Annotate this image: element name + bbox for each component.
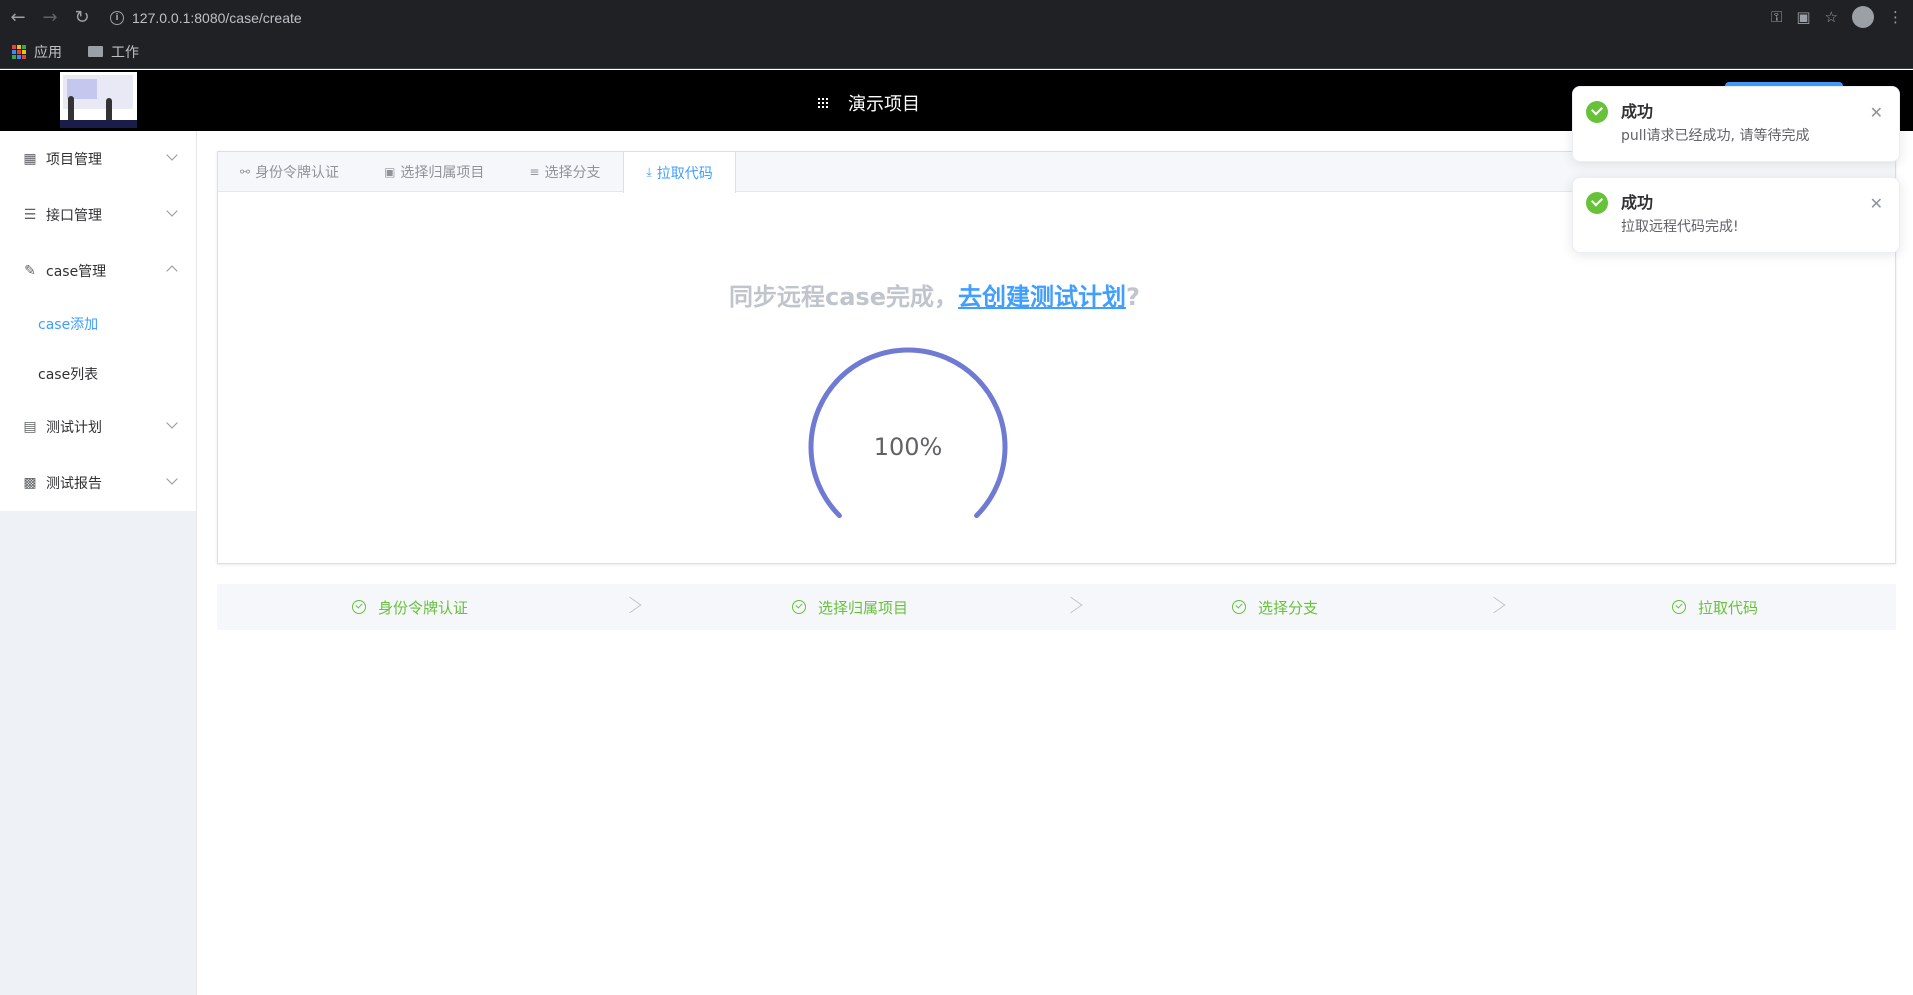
sync-prefix: 同步远程case完成， [729,283,958,311]
forward-arrow-icon[interactable]: → [38,6,62,30]
bookmark-label: 应用 [34,44,62,61]
notification-toast: 成功 pull请求已经成功, 请等待完成 ✕ [1572,86,1900,162]
profile-icon[interactable] [1852,6,1874,28]
step-label: 身份令牌认证 [378,598,469,617]
chevron-down-icon [166,473,178,485]
notification-title: 成功 [1621,193,1654,212]
chevron-right-icon [618,596,642,614]
download-icon: ⤓ [646,165,652,179]
step-label: 选择分支 [1258,598,1319,617]
step-pull-code: 拉取代码 [1672,584,1758,630]
sidebar-item-test-plan[interactable]: ▤ 测试计划 [0,399,196,455]
sidebar-item-label: 项目管理 [46,152,102,168]
progress-dashboard: 100% [808,347,1008,547]
sidebar-menu: ▦ 项目管理 ☰ 接口管理 ✎ case管理 case添加 case列表 ▤ 测… [0,131,196,511]
folder-icon [88,46,103,57]
check-circle-icon [352,600,366,614]
more-menu-icon[interactable]: ⋮ [1888,8,1903,26]
success-icon [1586,101,1608,123]
browser-toolbar: ← → ↻ i 127.0.0.1:8080/case/create ⚿ ▣ ☆… [0,0,1913,35]
bookmarks-bar: 应用 工作 [0,35,1913,69]
sidebar-item-label: 接口管理 [46,208,102,224]
back-arrow-icon[interactable]: ← [6,6,30,30]
sidebar-item-test-report[interactable]: ▩ 测试报告 [0,455,196,511]
key-icon[interactable]: ⚿ [1771,8,1782,26]
sidebar: ▦ 项目管理 ☰ 接口管理 ✎ case管理 case添加 case列表 ▤ 测… [0,131,197,995]
bar-chart-icon: ▩ [23,475,37,491]
apps-grid-icon [12,44,26,59]
progress-label: 100% [873,433,943,461]
notification-title: 成功 [1621,102,1654,121]
tab-label: 身份令牌认证 [255,165,340,181]
address-bar[interactable]: 127.0.0.1:8080/case/create [132,10,302,26]
sync-complete-message: 同步远程case完成，去创建测试计划? [729,277,1140,312]
chevron-down-icon [166,205,178,217]
reload-icon[interactable]: ↻ [70,6,94,30]
notification-toast: 成功 拉取远程代码完成! ✕ [1572,177,1900,253]
sidebar-item-label: 测试计划 [46,420,102,436]
close-icon[interactable]: ✕ [1870,194,1883,213]
close-icon[interactable]: ✕ [1870,103,1883,122]
step-label: 选择归属项目 [818,598,909,617]
step-label: 拉取代码 [1698,598,1759,617]
bookmark-apps[interactable]: 应用 [12,42,62,62]
chevron-right-icon [1059,596,1083,614]
sidebar-item-api-management[interactable]: ☰ 接口管理 [0,187,196,243]
list-icon: ☰ [23,207,37,223]
project-title-text: 演示项目 [848,94,920,115]
tab-select-branch[interactable]: ≡ 选择分支 [507,152,623,192]
notification-message: 拉取远程代码完成! [1621,219,1739,235]
step-select-project: 选择归属项目 [792,584,908,630]
info-icon[interactable]: i [110,10,124,25]
sidebar-item-case-management[interactable]: ✎ case管理 [0,243,196,299]
sync-suffix: ? [1125,283,1140,311]
chevron-down-icon [166,149,178,161]
grid-icon [818,98,828,108]
step-indicator: 身份令牌认证 选择归属项目 选择分支 拉取代码 [217,584,1896,630]
edit-icon: ✎ [24,263,36,279]
sidebar-item-label: 测试报告 [46,476,102,492]
create-test-plan-link[interactable]: 去创建测试计划 [958,283,1126,311]
step-select-branch: 选择分支 [1232,584,1318,630]
tab-select-project[interactable]: ▣ 选择归属项目 [362,152,507,192]
check-circle-icon [1672,600,1686,614]
tab-label: 选择归属项目 [400,165,485,181]
check-circle-icon [1232,600,1246,614]
chevron-right-icon [1482,596,1506,614]
tab-pull-code[interactable]: ⤓ 拉取代码 [623,152,736,193]
monitor-icon: ▣ [384,165,396,179]
project-title[interactable]: 演示项目 [818,90,920,116]
step-token-auth: 身份令牌认证 [352,584,468,630]
key-icon: ⚯ [240,165,251,179]
sidebar-subitem-case-add[interactable]: case添加 [0,299,196,349]
tab-label: 拉取代码 [656,165,713,182]
logo[interactable] [60,72,137,128]
bookmark-work[interactable]: 工作 [74,42,139,62]
translate-icon[interactable]: ▣ [1796,8,1810,26]
document-icon: ▤ [23,419,37,435]
chevron-down-icon [166,417,178,429]
chevron-up-icon [166,265,178,277]
sliders-icon: ≡ [529,165,540,179]
star-icon[interactable]: ☆ [1825,8,1838,26]
sidebar-subitem-case-list[interactable]: case列表 [0,349,196,399]
success-icon [1586,192,1608,214]
tab-label: 选择分支 [544,165,601,181]
check-circle-icon [792,600,806,614]
sidebar-item-label: case管理 [46,264,107,280]
tab-token-auth[interactable]: ⚯ 身份令牌认证 [218,152,362,192]
sidebar-item-project-management[interactable]: ▦ 项目管理 [0,131,196,187]
grid-icon: ▦ [23,151,37,167]
notification-message: pull请求已经成功, 请等待完成 [1621,128,1810,144]
bookmark-label: 工作 [111,44,139,61]
